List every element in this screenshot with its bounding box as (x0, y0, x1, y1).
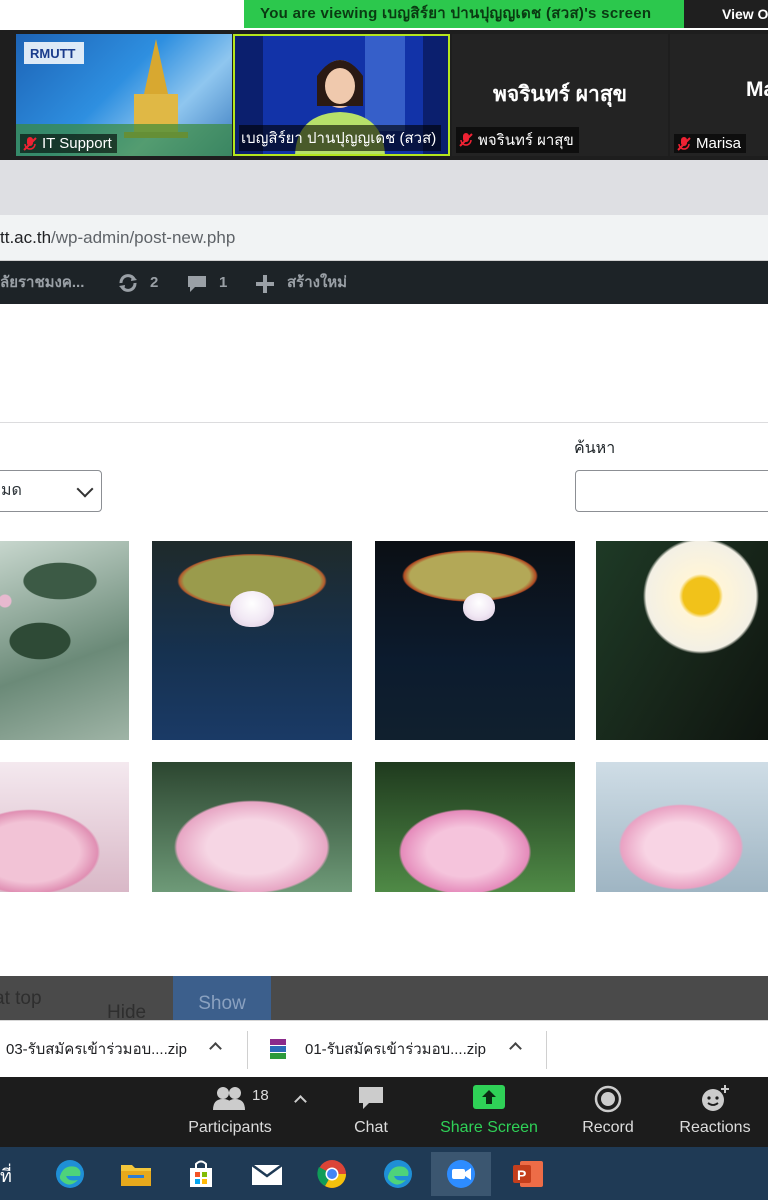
participant-big-name: Ma (746, 78, 768, 101)
share-screen-label: Share Screen (440, 1119, 538, 1136)
overlay-left-text: at top (0, 988, 42, 1009)
mail-icon[interactable] (244, 1152, 290, 1196)
participant-tile-active-speaker[interactable]: เบญสิร์ยา ปานปุญญเดช (สวส) (233, 34, 450, 156)
flower-bud (463, 593, 495, 621)
participants-label: Participants (188, 1119, 272, 1136)
smiley-plus-icon (702, 1085, 729, 1111)
view-options-button[interactable]: View O (684, 0, 768, 28)
media-thumbnail[interactable] (0, 541, 129, 740)
media-thumbnail[interactable] (375, 762, 575, 892)
reactions-button[interactable]: Reactions (670, 1077, 760, 1147)
microsoft-store-icon[interactable] (178, 1152, 224, 1196)
media-thumbnail[interactable] (596, 762, 768, 892)
powerpoint-icon[interactable]: P (505, 1152, 551, 1196)
archive-file-icon (270, 1039, 286, 1059)
divider (247, 1031, 248, 1069)
windows-taskbar: ที่ P (0, 1147, 768, 1200)
download-item[interactable]: 01-รับสมัครเข้าร่วมอบ....zip (305, 1021, 486, 1078)
site-name-link[interactable]: ลัยราชมงค... (0, 261, 84, 304)
participant-tile[interactable]: RMUTT IT Support (16, 34, 232, 156)
browser-tab-strip (0, 160, 768, 215)
download-item[interactable]: 03-รับสมัครเข้าร่วมอบ....zip (6, 1021, 187, 1078)
wp-admin-bar: ลัยราชมงค... 2 1 สร้างใหม่ (0, 261, 768, 304)
chat-button[interactable]: Chat (331, 1077, 411, 1147)
chevron-up-icon[interactable] (294, 1095, 307, 1108)
chevron-down-icon (76, 480, 94, 498)
participant-tile[interactable]: พจรินทร์ ผาสุข พจรินทร์ ผาสุข (452, 34, 668, 156)
divider (546, 1031, 547, 1069)
media-thumbnail[interactable] (152, 541, 352, 740)
show-button[interactable]: Show (173, 976, 271, 1020)
file-explorer-icon[interactable] (113, 1152, 159, 1196)
media-thumbnail[interactable] (0, 762, 129, 892)
record-label: Record (582, 1119, 634, 1136)
svg-text:RMUTT: RMUTT (30, 46, 76, 61)
url-path: /wp-admin/post-new.php (51, 228, 236, 247)
edge-icon[interactable] (47, 1152, 93, 1196)
comments-count: 1 (219, 274, 228, 291)
participants-icon (213, 1087, 245, 1110)
share-screen-icon (473, 1085, 505, 1109)
chevron-up-icon[interactable] (509, 1042, 522, 1055)
participant-name: พจรินทร์ ผาสุข (456, 127, 579, 153)
mic-muted-icon (23, 136, 37, 151)
edge-icon[interactable] (375, 1152, 421, 1196)
media-filter-select[interactable]: มด (0, 470, 102, 512)
viewing-banner: You are viewing เบญสิร์ยา ปานปุญญเดช (สว… (244, 0, 684, 28)
svg-text:P: P (517, 1167, 526, 1183)
record-button[interactable]: Record (568, 1077, 648, 1147)
address-bar[interactable]: tt.ac.th/wp-admin/post-new.php (0, 215, 768, 261)
participants-count: 18 (252, 1087, 269, 1104)
record-icon (594, 1085, 622, 1113)
chrome-icon[interactable] (309, 1152, 355, 1196)
media-thumbnail[interactable] (596, 541, 768, 740)
media-search-input[interactable] (575, 470, 768, 512)
chat-label: Chat (354, 1119, 388, 1136)
flower-bud (230, 591, 274, 627)
reactions-label: Reactions (679, 1119, 751, 1136)
share-screen-button[interactable]: Share Screen (433, 1077, 545, 1147)
zoom-toolbar: 18 Participants Chat Share Screen Record… (0, 1077, 768, 1147)
mic-muted-icon (677, 136, 691, 151)
participant-tile[interactable]: Ma Marisa (670, 34, 768, 156)
divider (0, 422, 768, 423)
plus-icon[interactable] (256, 275, 274, 293)
mic-muted-icon (459, 133, 473, 147)
media-thumbnail[interactable] (375, 541, 575, 740)
participant-big-name: พจรินทร์ ผาสุข (492, 83, 627, 106)
participants-button[interactable]: 18 Participants (180, 1077, 280, 1147)
chat-icon (359, 1087, 383, 1109)
chevron-up-icon[interactable] (209, 1042, 222, 1055)
participant-strip: RMUTT IT Support เบญสิร์ยา ปานปุญญเดช (ส… (0, 30, 768, 160)
media-filter-value: มด (1, 482, 22, 499)
comment-icon[interactable] (186, 274, 208, 294)
participant-name: เบญสิร์ยา ปานปุญญเดช (สวส) (239, 125, 442, 151)
media-thumbnail[interactable] (152, 762, 352, 892)
media-library-panel: มด ค้นหา (0, 304, 768, 976)
participant-name: IT Support (20, 134, 117, 153)
updates-count: 2 (150, 274, 159, 291)
overlay-strip: at top Hide Show (0, 976, 768, 1023)
new-content-link[interactable]: สร้างใหม่ (287, 261, 347, 304)
updates-icon[interactable] (117, 273, 139, 293)
taskbar-search-fragment[interactable]: ที่ (0, 1161, 12, 1190)
zoom-app-icon[interactable] (431, 1152, 491, 1196)
participant-name: Marisa (674, 134, 747, 153)
url-host: tt.ac.th (0, 228, 52, 247)
search-label: ค้นหา (574, 440, 616, 457)
download-bar: 03-รับสมัครเข้าร่วมอบ....zip 01-รับสมัคร… (0, 1020, 768, 1077)
